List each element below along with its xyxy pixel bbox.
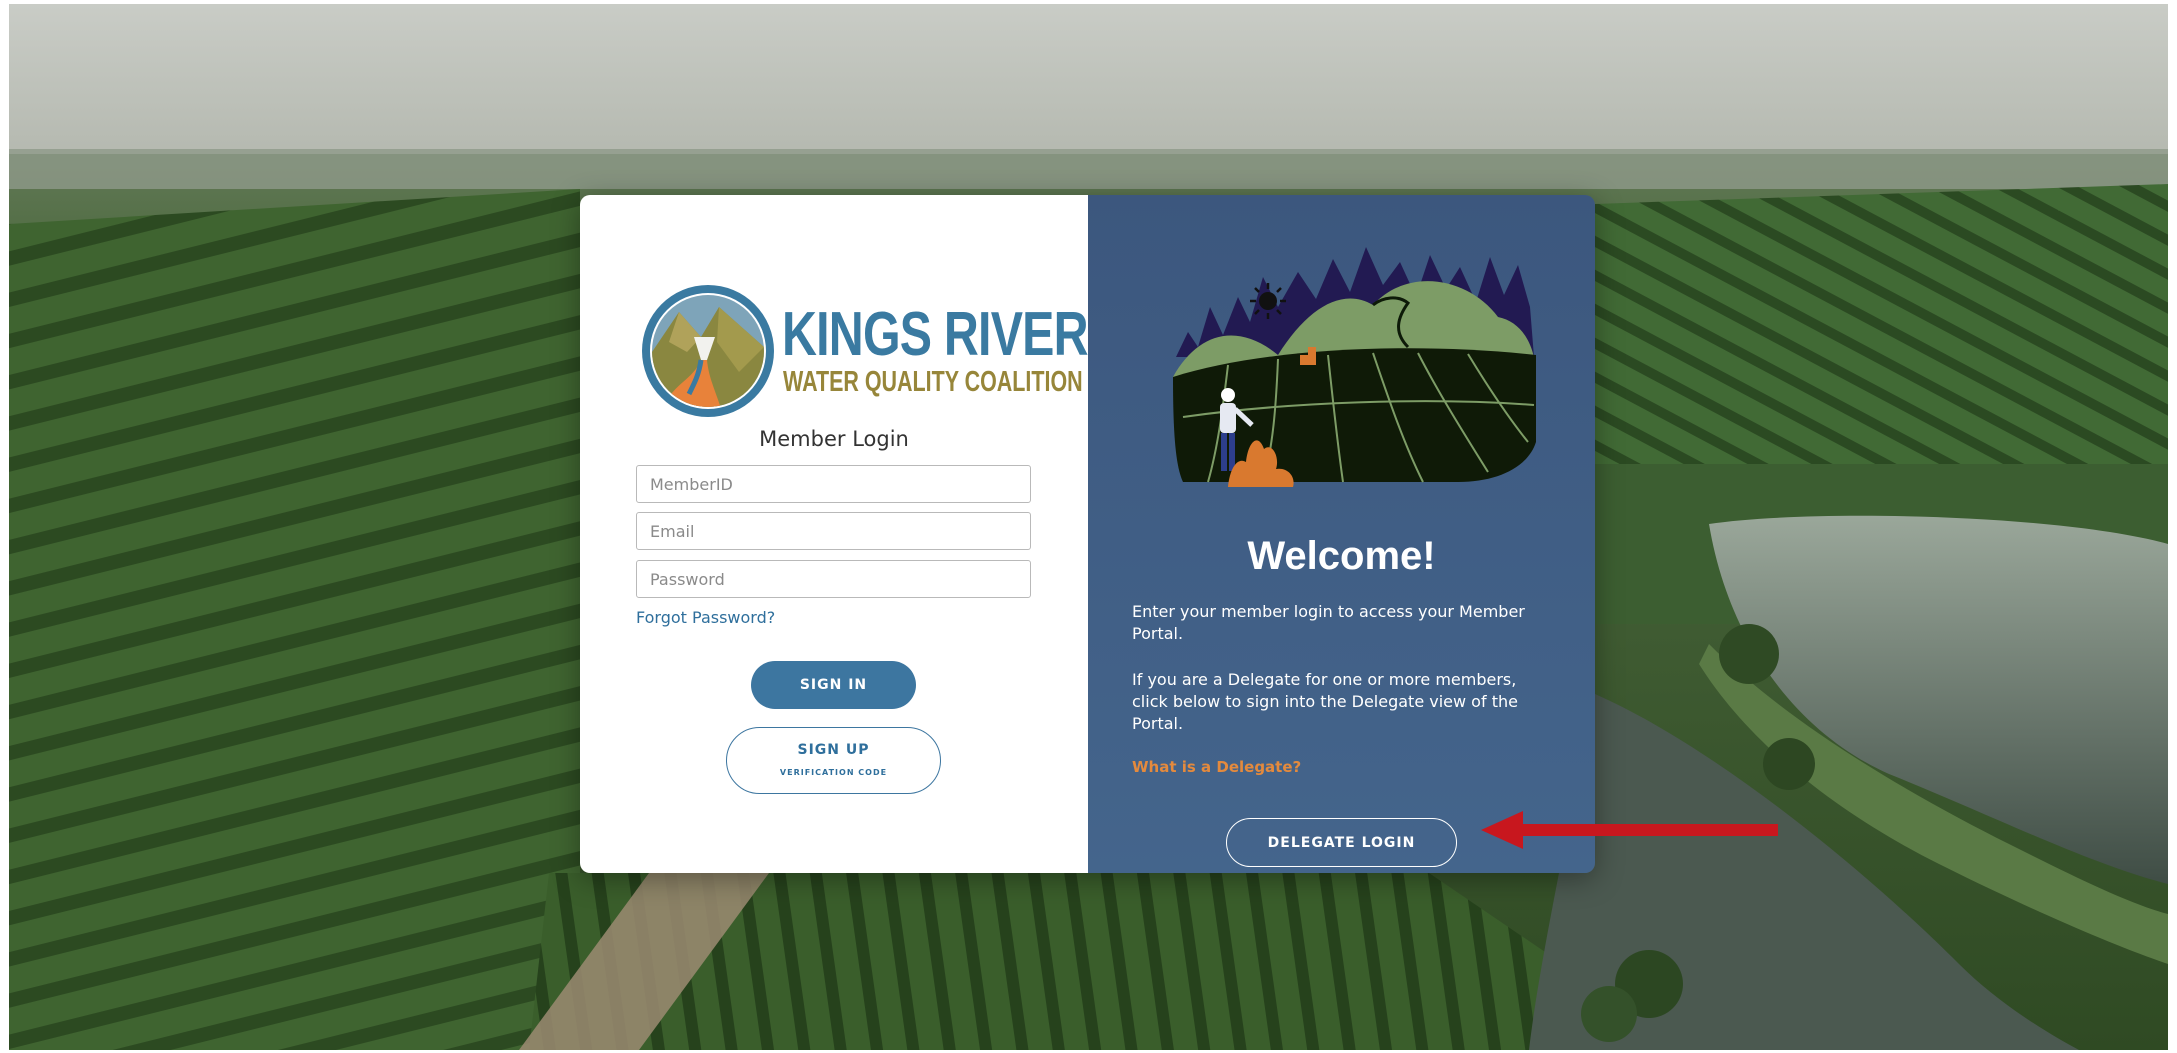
member-login-title: Member Login: [759, 427, 909, 451]
sign-in-button[interactable]: SIGN IN: [751, 661, 916, 709]
sign-up-sublabel: VERIFICATION CODE: [779, 768, 888, 777]
page-viewport: KINGS RIVER WATER QUALITY COALITION Memb…: [9, 4, 2168, 1050]
what-is-delegate-link[interactable]: What is a Delegate?: [1132, 758, 1301, 776]
welcome-title: Welcome!: [1247, 534, 1436, 578]
farmer-field-illustration-icon: [1173, 247, 1536, 487]
logo-subtitle: WATER QUALITY COALITION: [783, 366, 1083, 398]
welcome-panel: Welcome! Enter your member login to acce…: [1088, 195, 1595, 873]
memberid-input[interactable]: [636, 465, 1031, 503]
login-card: KINGS RIVER WATER QUALITY COALITION Memb…: [580, 195, 1595, 873]
logo-title: KINGS RIVER: [782, 300, 1089, 369]
sign-up-label: SIGN UP: [797, 742, 870, 758]
password-input[interactable]: [636, 560, 1031, 598]
river-valley-emblem-icon: [642, 285, 774, 417]
member-login-panel: KINGS RIVER WATER QUALITY COALITION Memb…: [580, 195, 1089, 873]
welcome-text-login: Enter your member login to access your M…: [1132, 602, 1525, 643]
delegate-login-button[interactable]: DELEGATE LOGIN: [1226, 818, 1457, 867]
email-input[interactable]: [636, 512, 1031, 550]
forgot-password-link[interactable]: Forgot Password?: [636, 608, 775, 627]
kings-river-logo: KINGS RIVER WATER QUALITY COALITION: [639, 282, 1089, 420]
welcome-text-delegate: If you are a Delegate for one or more me…: [1132, 670, 1518, 733]
red-arrow-left-icon: [1481, 811, 1778, 849]
sign-up-button[interactable]: SIGN UP VERIFICATION CODE: [726, 727, 941, 794]
